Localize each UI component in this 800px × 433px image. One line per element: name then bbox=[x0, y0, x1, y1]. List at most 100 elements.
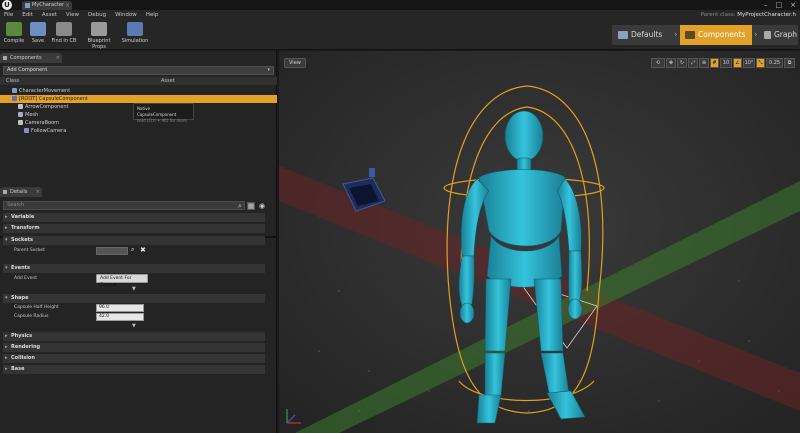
snap-value[interactable]: 0.25 bbox=[766, 58, 783, 68]
asset-column-header[interactable]: Asset bbox=[161, 77, 175, 85]
details-search-input[interactable]: Search bbox=[3, 201, 245, 210]
menu-bar: File Edit Asset View Debug Window Help Parent … bbox=[0, 10, 800, 20]
parent-class-label: Parent class: bbox=[700, 12, 736, 18]
category-sockets-label: Sockets bbox=[11, 237, 33, 243]
capsule-half-height-field[interactable]: 96.0 bbox=[96, 304, 144, 312]
maximize-icon[interactable]: □ bbox=[776, 0, 783, 10]
menu-view[interactable]: View bbox=[66, 10, 79, 20]
blueprint-props-button[interactable]: Blueprint Props bbox=[80, 22, 118, 50]
menu-window[interactable]: Window bbox=[115, 10, 137, 20]
mode-components[interactable]: Components bbox=[680, 25, 752, 45]
grid-view-icon[interactable]: ▦ bbox=[247, 202, 255, 210]
search-icon[interactable]: ⌕ bbox=[236, 202, 244, 210]
snap-value[interactable]: 10° bbox=[743, 58, 755, 68]
category-transform[interactable]: ▸ Transform bbox=[3, 224, 265, 233]
details-tab[interactable]: Details × bbox=[0, 187, 42, 197]
component-tree-row[interactable]: CharacterMovement bbox=[0, 87, 277, 95]
compile-icon bbox=[6, 22, 22, 36]
component-tree-label: FollowCamera bbox=[31, 128, 67, 134]
clear-icon[interactable]: ✖ bbox=[140, 246, 146, 254]
category-collision-label: Collision bbox=[11, 355, 35, 361]
viewport-scene bbox=[279, 51, 800, 433]
mode-defaults-label: Defaults bbox=[631, 30, 663, 39]
component-tree-label: CameraBoom bbox=[25, 120, 60, 126]
category-physics-label: Physics bbox=[11, 333, 33, 339]
minimize-icon[interactable]: – bbox=[764, 0, 768, 10]
find-in-cb-icon bbox=[56, 22, 72, 36]
capsule-radius-field[interactable]: 42.0 bbox=[96, 313, 144, 321]
mode-components-label: Components bbox=[698, 30, 746, 39]
mode-switcher: Defaults › Components › Graph bbox=[612, 25, 798, 45]
world-icon[interactable]: ⊕ bbox=[699, 58, 709, 68]
parent-class-value[interactable]: MyProjectCharacter.h bbox=[737, 12, 796, 18]
component-icon bbox=[18, 104, 23, 109]
graph-icon bbox=[764, 31, 771, 39]
menu-debug[interactable]: Debug bbox=[88, 10, 106, 20]
category-base[interactable]: ▸ Base bbox=[3, 365, 265, 374]
component-icon bbox=[12, 88, 17, 93]
eye-icon[interactable]: ◉ bbox=[258, 202, 266, 210]
parent-socket-field[interactable] bbox=[96, 247, 128, 255]
save-button[interactable]: Save bbox=[29, 22, 47, 48]
category-shape[interactable]: ▾ Shape bbox=[3, 294, 265, 303]
view-button-label: View bbox=[289, 60, 301, 66]
angle-snap-icon[interactable]: ∠ bbox=[733, 58, 742, 68]
grid-snap-icon[interactable]: # bbox=[710, 58, 719, 68]
parent-class-info: Parent class: MyProjectCharacter.h bbox=[701, 10, 796, 20]
save-icon bbox=[30, 22, 46, 36]
add-component-label: Add Component bbox=[7, 67, 48, 73]
component-tree-row[interactable]: FollowCamera bbox=[0, 127, 277, 135]
class-column-header[interactable]: Class bbox=[6, 77, 19, 85]
scale-snap-icon[interactable]: ⤡ bbox=[756, 58, 765, 68]
add-event-label: Add Event bbox=[14, 276, 38, 281]
close-icon[interactable]: × bbox=[56, 53, 60, 63]
mode-graph[interactable]: Graph bbox=[760, 25, 798, 45]
add-event-button[interactable]: Add Event For Capsu▾ bbox=[96, 274, 148, 288]
details-tab-label: Details bbox=[10, 189, 28, 195]
components-tab[interactable]: Components × bbox=[0, 53, 62, 63]
save-label: Save bbox=[31, 38, 45, 44]
category-physics[interactable]: ▸ Physics bbox=[3, 332, 265, 341]
expand-arrow-icon[interactable]: ▼ bbox=[132, 286, 136, 292]
chevron-down-icon: ▾ bbox=[113, 283, 117, 288]
search-icon[interactable]: ⌕ bbox=[131, 246, 134, 254]
category-sockets[interactable]: ▾ Sockets bbox=[3, 236, 265, 245]
components-column-header: Class Asset bbox=[0, 77, 277, 85]
gear-icon bbox=[91, 22, 107, 36]
add-component-dropdown[interactable]: Add Component ▾ bbox=[3, 66, 274, 75]
menu-edit[interactable]: Edit bbox=[22, 10, 33, 20]
close-tab-icon[interactable]: × bbox=[65, 1, 70, 10]
view-options-button[interactable]: View bbox=[284, 58, 306, 68]
search-placeholder: Search bbox=[7, 202, 25, 208]
snap-value[interactable]: 10 bbox=[720, 58, 732, 68]
find-in-cb-button[interactable]: Find in CB bbox=[50, 22, 78, 48]
component-icon bbox=[18, 112, 23, 117]
simulation-button[interactable]: Simulation bbox=[121, 22, 149, 48]
category-collision[interactable]: ▸ Collision bbox=[3, 354, 265, 363]
component-tree-label: [ROOT] CapsuleComponent bbox=[19, 96, 88, 102]
editor-tab[interactable]: MyCharacter × bbox=[22, 1, 72, 10]
component-tree-row[interactable]: [ROOT] CapsuleComponent bbox=[0, 95, 277, 103]
category-variable[interactable]: ▸ Variable bbox=[3, 213, 265, 222]
capsule-half-height-label: Capsule Half Height bbox=[14, 305, 59, 310]
mode-defaults[interactable]: Defaults bbox=[612, 25, 672, 45]
category-events[interactable]: ▾ Events bbox=[3, 264, 265, 273]
menu-help[interactable]: Help bbox=[146, 10, 159, 20]
compile-button[interactable]: Compile bbox=[3, 22, 25, 48]
menu-asset[interactable]: Asset bbox=[42, 10, 57, 20]
viewport[interactable]: View ⟲ ✥ ↻ ⤢ ⊕ #10 ∠ 10° ⤡ 0.25 ⧉ bbox=[279, 51, 800, 433]
close-icon[interactable]: × bbox=[36, 187, 40, 197]
expand-arrow-icon[interactable]: ▼ bbox=[132, 323, 136, 329]
component-tree-label: Mesh bbox=[25, 112, 39, 118]
category-rendering[interactable]: ▸ Rendering bbox=[3, 343, 265, 352]
transform-icon[interactable]: ⟲ bbox=[651, 58, 665, 68]
rotate-icon[interactable]: ↻ bbox=[677, 58, 687, 68]
window-controls: – □ × bbox=[764, 0, 796, 10]
close-window-icon[interactable]: × bbox=[790, 0, 796, 10]
scale-icon[interactable]: ⤢ bbox=[688, 58, 698, 68]
maximize-icon[interactable]: ⧉ bbox=[784, 58, 795, 68]
play-icon bbox=[127, 22, 143, 36]
menu-file[interactable]: File bbox=[4, 10, 13, 20]
translate-icon[interactable]: ✥ bbox=[666, 58, 676, 68]
editor-tab-label: MyCharacter bbox=[32, 2, 64, 8]
